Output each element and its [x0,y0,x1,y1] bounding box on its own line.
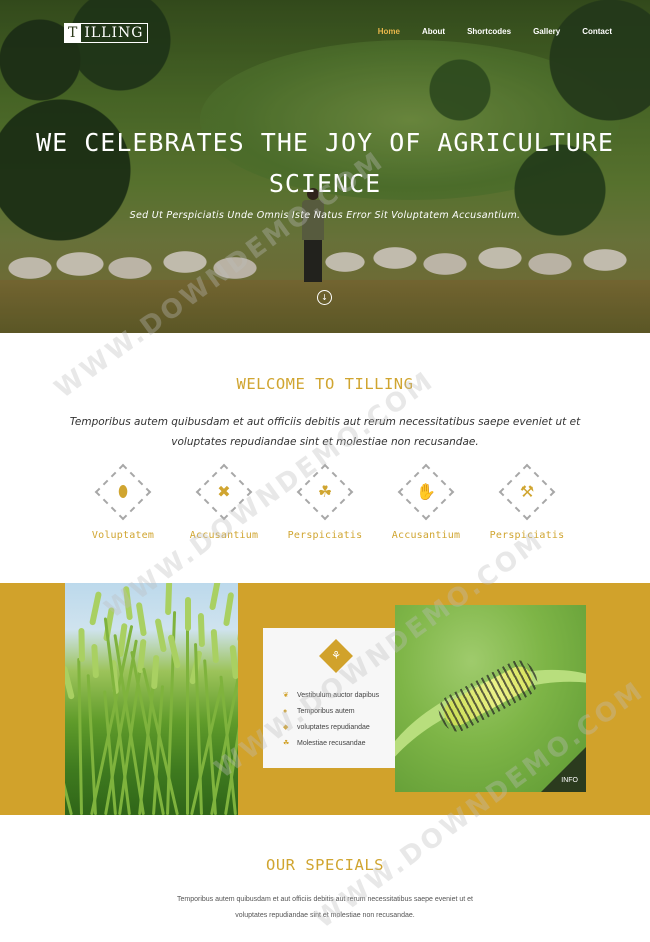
list-item: ☘ Molestiae recusandae [283,735,379,751]
specials-text: Temporibus autem quibusdam et aut offici… [150,892,500,924]
list-item-text: voluptates repudiandae [297,723,370,731]
hero-subtitle: Sed Ut Perspiciatis Unde Omnis Iste Natu… [129,210,521,221]
wheat-ear [229,644,238,680]
wheat-ear [185,597,191,631]
wheat-ear [165,583,173,616]
windmill-icon: ✖ [217,482,231,501]
wheat-ear [197,612,205,648]
hero-title-line2: SCIENCE [268,169,382,198]
wheat-icon: ⚘ [331,649,341,662]
wheat-stalk [65,698,73,815]
feature-icon-frame: ☘ [296,463,354,521]
nav-item-home[interactable]: Home [378,27,400,36]
feature-icon-frame: ✋ [397,463,455,521]
seed-icon: ◆ [283,724,289,731]
hero-title: WE CELEBRATES THE JOY OF AGRICULTURE SCI… [0,122,650,204]
feature-list: ⬮ Voluptatem ✖ Accusantium ☘ Perspiciati… [0,463,650,548]
wheat-stalk [86,674,97,815]
farmer-icon: ⚒ [519,482,535,501]
caterpillar-image[interactable]: INFO [395,605,586,792]
info-label[interactable]: INFO [561,777,578,784]
welcome-title: WELCOME TO TILLING [236,375,414,393]
feature-label: Voluptatem [91,530,155,541]
info-band: ⚘ ❦ Vestibulum auctor dapibus ● Temporibus… [0,583,650,815]
feature-label: Accusantium [189,530,259,541]
wheat-ear [78,627,85,663]
main-nav: Home About Shortcodes Gallery Contact [378,27,612,36]
specials-title: OUR SPECIALS [266,856,384,874]
feature-item[interactable]: ✋ Accusantium [371,463,481,541]
wheat-ear [91,643,99,679]
feature-icon-frame: ⚒ [498,463,556,521]
wheat-stalk [186,627,189,815]
wheat-ear [210,628,219,664]
hero-banner: T ILLING Home About Shortcodes Gallery C… [0,0,650,333]
feature-item[interactable]: ✖ Accusantium [169,463,279,541]
wheat-ear [223,591,235,627]
list-item: ❦ Vestibulum auctor dapibus [283,687,379,703]
specials-text-line1: Temporibus autem quibusdam et aut offici… [177,896,473,903]
wheat-image [65,583,238,815]
info-card-list: ❦ Vestibulum auctor dapibus ● Temporibus a… [283,687,379,751]
logo-first-letter: T [65,24,82,42]
info-corner [541,747,586,792]
feature-label: Accusantium [391,530,461,541]
coffee-beans-icon: ⬮ [117,482,129,501]
hero-title-line1: WE CELEBRATES THE JOY OF AGRICULTURE [36,128,614,157]
list-item: ◆ voluptates repudiandae [283,719,379,735]
leaf-icon: ❦ [283,692,289,699]
wheat-ear [122,585,133,621]
wheat-ear [151,654,160,690]
feature-label: Perspiciatis [287,530,363,541]
feature-icon-frame: ⬮ [94,463,152,521]
nav-item-contact[interactable]: Contact [582,27,612,36]
feature-item[interactable]: ⬮ Voluptatem [68,463,178,541]
specials-section: OUR SPECIALS Temporibus autem quibusdam … [0,815,650,942]
sprout-icon: ☘ [283,740,290,747]
wheat-stalk [77,657,83,815]
scroll-down-button[interactable]: ↓ [317,290,332,305]
specials-text-line2: voluptates repudiandae sint et molestiae… [235,912,415,919]
list-item: ● Temporibus autem [283,703,379,719]
nav-item-gallery[interactable]: Gallery [533,27,560,36]
welcome-section: WELCOME TO TILLING Temporibus autem quib… [0,333,650,583]
logo-text: ILLING [84,25,144,41]
wheat-ear [135,601,147,637]
nav-item-shortcodes[interactable]: Shortcodes [467,27,511,36]
wheat-ear [65,665,75,700]
wheat-ear [89,591,103,626]
drop-icon: ● [283,707,288,715]
feature-label: Perspiciatis [489,530,565,541]
hand-plant-icon: ✋ [416,482,436,501]
feature-item[interactable]: ⚒ Perspiciatis [472,463,582,541]
arrow-down-circle-icon: ↓ [321,293,328,302]
feature-item[interactable]: ☘ Perspiciatis [270,463,380,541]
info-card-badge: ⚘ [319,639,353,673]
wheat-ear [209,583,222,611]
feature-icon-frame: ✖ [195,463,253,521]
wheat-stalk [203,659,217,815]
list-item-text: Temporibus autem [297,707,355,715]
info-card: ⚘ ❦ Vestibulum auctor dapibus ● Temporibus… [263,628,411,768]
list-item-text: Vestibulum auctor dapibus [297,691,380,699]
wheat-ear [237,607,238,643]
wheat-ear [167,634,181,669]
wheat-ear [154,618,167,653]
nav-item-about[interactable]: About [422,27,445,36]
welcome-lead: Temporibus autem quibusdam et aut offici… [69,416,581,448]
plant-sprout-icon: ☘ [317,482,333,501]
list-item-text: Molestiae recusandae [297,739,366,747]
site-logo[interactable]: T ILLING [64,23,149,43]
